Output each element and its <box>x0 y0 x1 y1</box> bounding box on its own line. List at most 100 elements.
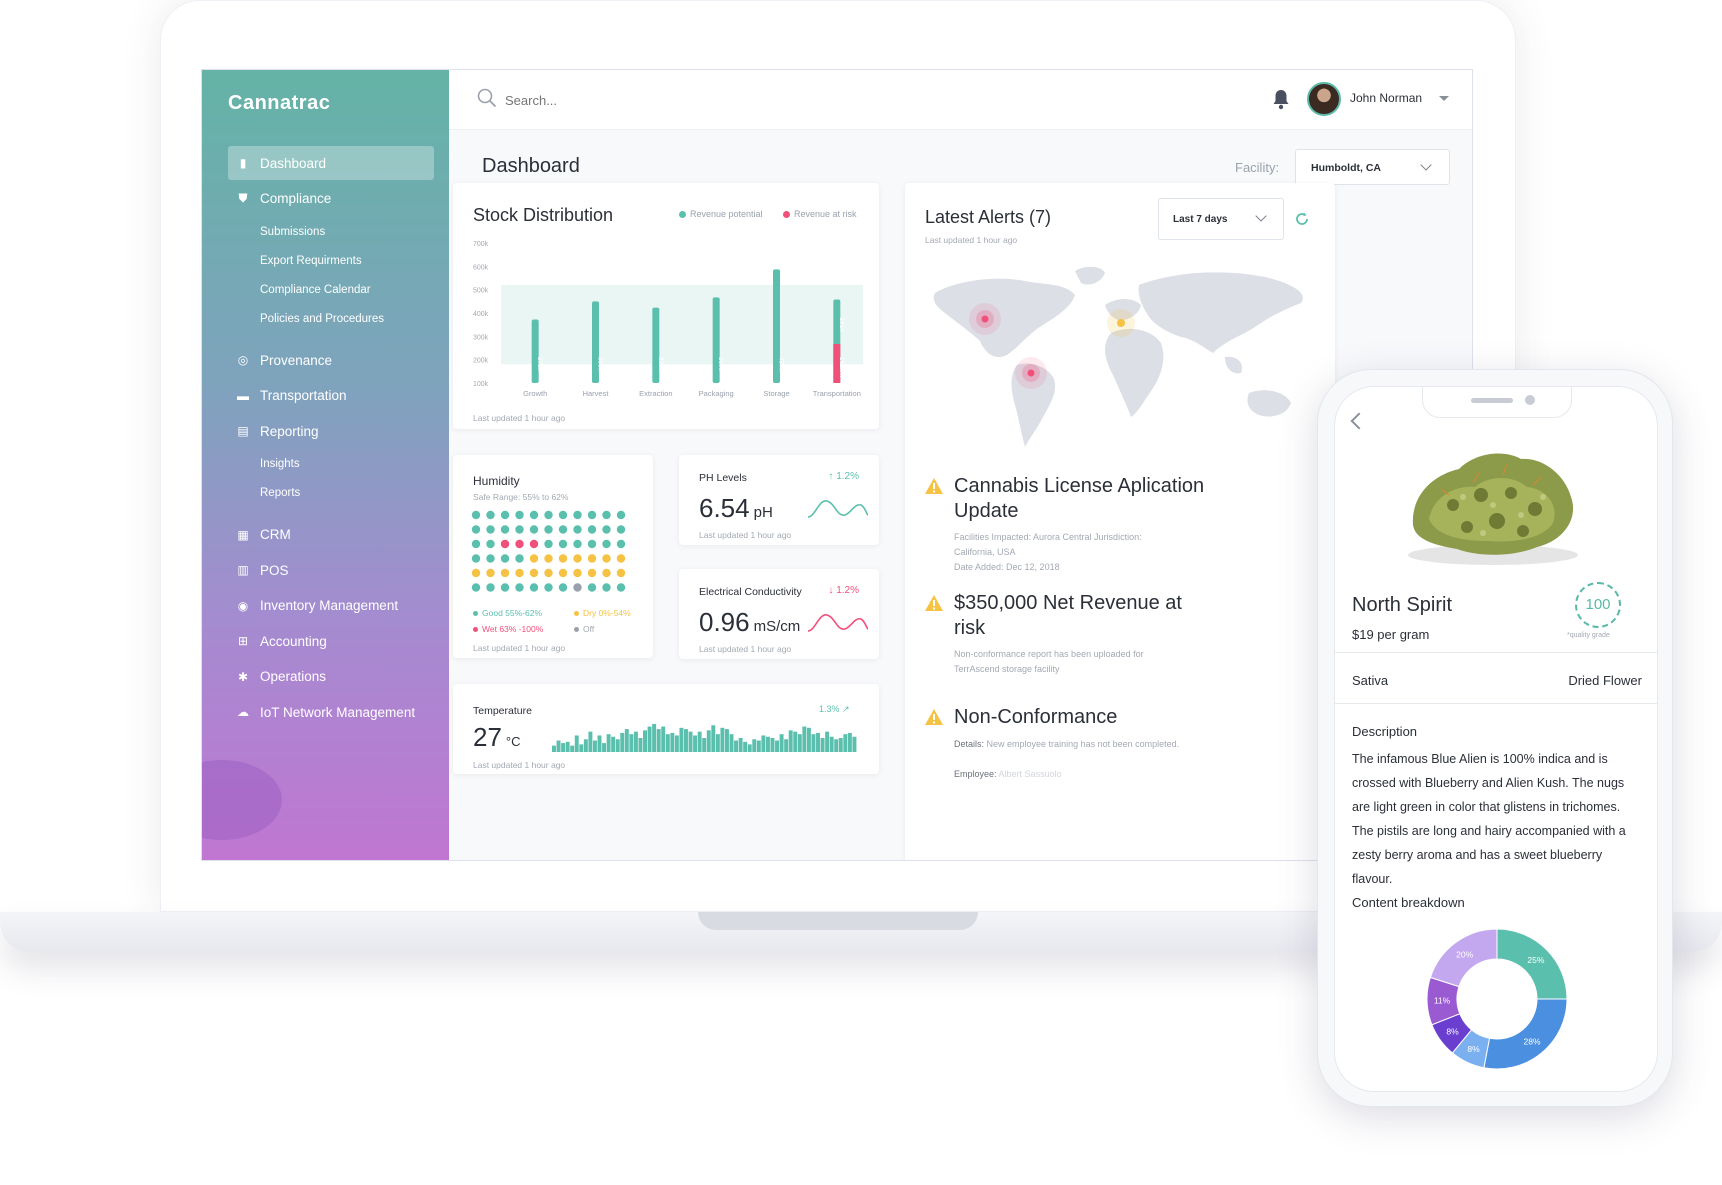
bell-icon[interactable] <box>1272 88 1290 110</box>
humidity-sensor-dot[interactable] <box>573 539 582 549</box>
alert-item[interactable]: Non-Conformance Details: New employee tr… <box>925 705 1195 795</box>
donut-segment[interactable] <box>1483 998 1568 1070</box>
sidebar-item[interactable]: ◎ Provenance <box>228 343 434 377</box>
humidity-sensor-dot[interactable] <box>529 539 539 549</box>
humidity-sensor-dot[interactable] <box>544 554 553 563</box>
humidity-sensor-dot[interactable] <box>544 525 553 534</box>
humidity-sensor-dot[interactable] <box>486 568 495 578</box>
alert-marker[interactable] <box>981 315 989 323</box>
humidity-sensor-dot[interactable] <box>500 583 510 592</box>
humidity-sensor-dot[interactable] <box>471 583 481 592</box>
sidebar-subitem[interactable]: Reports <box>228 479 434 508</box>
humidity-sensor-dot[interactable] <box>558 525 568 534</box>
alert-item[interactable]: $350,000 Net Revenue at risk Non-conform… <box>925 591 1195 691</box>
brand-logo[interactable]: Cannatrac <box>228 92 330 115</box>
sidebar-subitem[interactable]: Policies and Procedures <box>228 304 434 333</box>
humidity-sensor-dot[interactable] <box>602 554 611 563</box>
humidity-sensor-dot[interactable] <box>529 525 539 534</box>
back-arrow-icon[interactable] <box>1350 412 1368 430</box>
humidity-sensor-dot[interactable] <box>544 510 553 520</box>
humidity-sensor-dot[interactable] <box>558 583 568 592</box>
humidity-sensor-dot[interactable] <box>616 525 626 534</box>
search-input[interactable] <box>505 90 805 110</box>
sidebar-item[interactable]: ▬ Transportation <box>228 379 434 413</box>
humidity-sensor-dot[interactable] <box>616 568 626 578</box>
alert-item[interactable]: Cannabis License Aplication Update Facil… <box>925 474 1204 584</box>
humidity-sensor-dot[interactable] <box>500 554 510 563</box>
refresh-icon[interactable] <box>1294 211 1310 227</box>
search-icon[interactable] <box>477 88 497 108</box>
humidity-sensor-dot[interactable] <box>515 510 524 520</box>
humidity-sensor-dot[interactable] <box>573 525 582 534</box>
humidity-sensor-dot[interactable] <box>471 539 481 549</box>
humidity-sensor-dot[interactable] <box>602 539 611 549</box>
avatar[interactable] <box>1307 82 1341 116</box>
humidity-sensor-dot[interactable] <box>471 525 481 534</box>
humidity-sensor-dot[interactable] <box>471 554 481 563</box>
sidebar-item[interactable]: ▮ Dashboard <box>228 146 434 180</box>
sidebar-subitem[interactable]: Submissions <box>228 217 434 246</box>
date-range-select[interactable]: Last 7 days <box>1158 198 1284 240</box>
humidity-sensor-dot[interactable] <box>587 554 597 563</box>
humidity-sensor-dot[interactable] <box>486 583 495 592</box>
humidity-sensor-dot[interactable] <box>573 510 582 520</box>
humidity-sensor-dot[interactable] <box>471 510 481 520</box>
sidebar-item[interactable]: ⛊ Compliance <box>228 182 434 216</box>
humidity-sensor-dot[interactable] <box>573 583 582 592</box>
humidity-sensor-dot[interactable] <box>616 583 626 592</box>
humidity-sensor-dot[interactable] <box>486 539 495 549</box>
humidity-sensor-dot[interactable] <box>486 525 495 534</box>
alert-marker[interactable] <box>1117 319 1125 327</box>
sidebar-item[interactable]: ▤ Reporting <box>228 414 434 448</box>
sidebar-subitem[interactable]: Insights <box>228 450 434 479</box>
humidity-sensor-dot[interactable] <box>544 539 553 549</box>
humidity-sensor-dot[interactable] <box>602 510 611 520</box>
humidity-sensor-dot[interactable] <box>587 583 597 592</box>
humidity-sensor-dot[interactable] <box>573 554 582 563</box>
sidebar-item[interactable]: ☁ IoT Network Management <box>228 695 434 729</box>
user-name[interactable]: John Norman <box>1350 91 1422 105</box>
humidity-sensor-dot[interactable] <box>500 510 510 520</box>
humidity-sensor-dot[interactable] <box>471 568 481 578</box>
humidity-sensor-dot[interactable] <box>515 568 524 578</box>
humidity-sensor-dot[interactable] <box>558 539 568 549</box>
humidity-sensor-dot[interactable] <box>500 568 510 578</box>
humidity-sensor-dot[interactable] <box>587 525 597 534</box>
facility-select[interactable]: Humboldt, CA <box>1295 149 1450 185</box>
humidity-sensor-dot[interactable] <box>529 583 539 592</box>
humidity-sensor-dot[interactable] <box>544 568 553 578</box>
user-menu-chevron-icon[interactable] <box>1439 96 1449 101</box>
humidity-sensor-dot[interactable] <box>515 539 524 549</box>
humidity-sensor-dot[interactable] <box>558 568 568 578</box>
sidebar-item[interactable]: ✱ Operations <box>228 660 434 694</box>
alert-marker[interactable] <box>1027 369 1035 377</box>
humidity-sensor-dot[interactable] <box>602 525 611 534</box>
world-map[interactable] <box>925 261 1315 451</box>
humidity-sensor-dot[interactable] <box>529 568 539 578</box>
sidebar-subitem[interactable]: Export Requirments <box>228 246 434 275</box>
humidity-sensor-dot[interactable] <box>602 568 611 578</box>
humidity-sensor-dot[interactable] <box>616 510 626 520</box>
humidity-sensor-dot[interactable] <box>515 583 524 592</box>
bar-potential[interactable] <box>652 307 660 383</box>
humidity-sensor-dot[interactable] <box>529 554 539 563</box>
humidity-sensor-dot[interactable] <box>558 554 568 563</box>
humidity-sensor-dot[interactable] <box>486 554 495 563</box>
humidity-sensor-dot[interactable] <box>587 510 597 520</box>
sidebar-subitem[interactable]: Compliance Calendar <box>228 275 434 304</box>
humidity-sensor-dot[interactable] <box>500 539 510 549</box>
humidity-sensor-dot[interactable] <box>515 525 524 534</box>
sidebar-item[interactable]: ▥ POS <box>228 553 434 587</box>
humidity-sensor-dot[interactable] <box>602 583 611 592</box>
humidity-sensor-dot[interactable] <box>544 583 553 592</box>
humidity-sensor-dot[interactable] <box>500 525 510 534</box>
bar-potential[interactable] <box>531 319 539 383</box>
sidebar-item[interactable]: ◉ Inventory Management <box>228 589 434 623</box>
humidity-sensor-dot[interactable] <box>529 510 539 520</box>
humidity-sensor-dot[interactable] <box>587 568 597 578</box>
sidebar-item[interactable]: ▦ CRM <box>228 518 434 552</box>
humidity-sensor-dot[interactable] <box>616 554 626 563</box>
humidity-sensor-dot[interactable] <box>558 510 568 520</box>
humidity-sensor-dot[interactable] <box>573 568 582 578</box>
humidity-sensor-dot[interactable] <box>616 539 626 549</box>
